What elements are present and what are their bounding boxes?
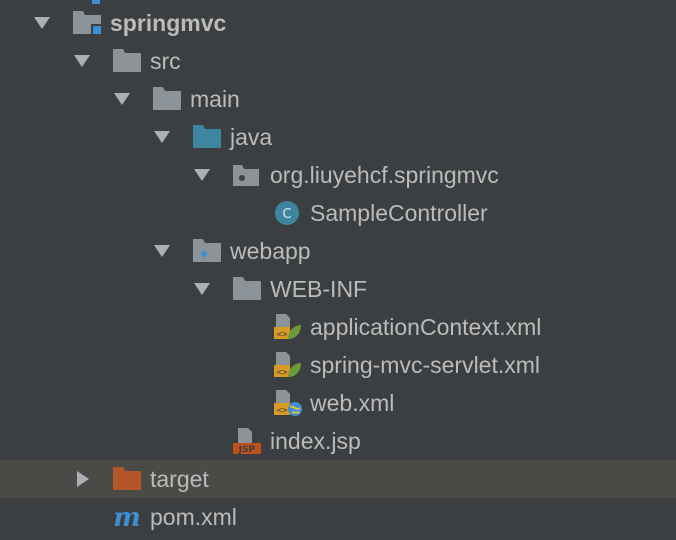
tree-row-label: index.jsp xyxy=(270,428,361,454)
folder-icon xyxy=(233,277,261,300)
web-xml-icon: <> xyxy=(274,390,302,416)
chevron-down-icon[interactable] xyxy=(112,90,132,108)
tree-row-web-inf[interactable]: WEB-INF xyxy=(0,270,676,308)
svg-text:JSP: JSP xyxy=(238,445,256,455)
folder-icon xyxy=(153,87,181,110)
tree-row-label: src xyxy=(150,48,181,74)
tree-row-src[interactable]: src xyxy=(0,42,676,80)
svg-text:<>: <> xyxy=(277,368,288,378)
tree-row-target[interactable]: target xyxy=(0,460,676,498)
svg-text:m: m xyxy=(113,503,141,531)
chevron-down-icon[interactable] xyxy=(192,280,212,298)
spring-xml-icon: <> xyxy=(274,352,301,378)
svg-text:<>: <> xyxy=(277,330,288,340)
tree-row-applicationcontext[interactable]: <> applicationContext.xml xyxy=(0,308,676,346)
tree-row-label: springmvc xyxy=(110,10,227,36)
chevron-right-icon[interactable] xyxy=(72,470,92,488)
tree-row-webapp[interactable]: webapp xyxy=(0,232,676,270)
svg-text:<>: <> xyxy=(277,406,288,416)
tree-row-java[interactable]: java xyxy=(0,118,676,156)
chevron-down-icon[interactable] xyxy=(152,242,172,260)
tree-row-package[interactable]: org.liuyehcf.springmvc xyxy=(0,156,676,194)
chevron-down-icon[interactable] xyxy=(72,52,92,70)
jsp-file-icon: JSP xyxy=(233,428,261,455)
tree-row-label: spring-mvc-servlet.xml xyxy=(310,352,541,378)
tree-row-main[interactable]: main xyxy=(0,80,676,118)
project-tree: springmvc src main java org.liuyehcf.spr… xyxy=(0,0,676,540)
tree-row-pom-xml[interactable]: m pom.xml xyxy=(0,498,676,536)
web-folder-icon xyxy=(193,239,221,262)
tree-row-label: webapp xyxy=(230,238,311,264)
tree-row-spring-mvc-servlet[interactable]: <> spring-mvc-servlet.xml xyxy=(0,346,676,384)
tree-row-label: pom.xml xyxy=(150,504,237,530)
package-icon xyxy=(233,165,259,186)
tree-row-label: main xyxy=(190,86,240,112)
svg-text:C: C xyxy=(282,207,291,222)
excluded-folder-icon xyxy=(113,467,141,490)
chevron-down-icon[interactable] xyxy=(192,166,212,184)
tree-row-web-xml[interactable]: <> web.xml xyxy=(0,384,676,422)
spring-xml-icon: <> xyxy=(274,314,301,340)
java-class-icon: C xyxy=(275,201,299,225)
maven-icon: m xyxy=(113,503,141,531)
folder-icon xyxy=(113,49,141,72)
chevron-down-icon[interactable] xyxy=(32,14,52,32)
tree-row-label: web.xml xyxy=(310,390,395,416)
tree-row-label: java xyxy=(230,124,273,150)
module-folder-icon xyxy=(73,11,102,36)
source-folder-icon xyxy=(193,125,221,148)
tree-row-label: target xyxy=(150,466,209,492)
tree-row-label: applicationContext.xml xyxy=(310,314,542,340)
tree-row-label: WEB-INF xyxy=(270,276,368,302)
chevron-down-icon[interactable] xyxy=(152,128,172,146)
tree-row-label: org.liuyehcf.springmvc xyxy=(270,162,499,188)
tree-row-index-jsp[interactable]: JSP index.jsp xyxy=(0,422,676,460)
tree-row-label: SampleController xyxy=(310,200,488,226)
tree-row-springmvc[interactable]: springmvc xyxy=(0,4,676,42)
tree-row-samplecontroller[interactable]: C SampleController xyxy=(0,194,676,232)
